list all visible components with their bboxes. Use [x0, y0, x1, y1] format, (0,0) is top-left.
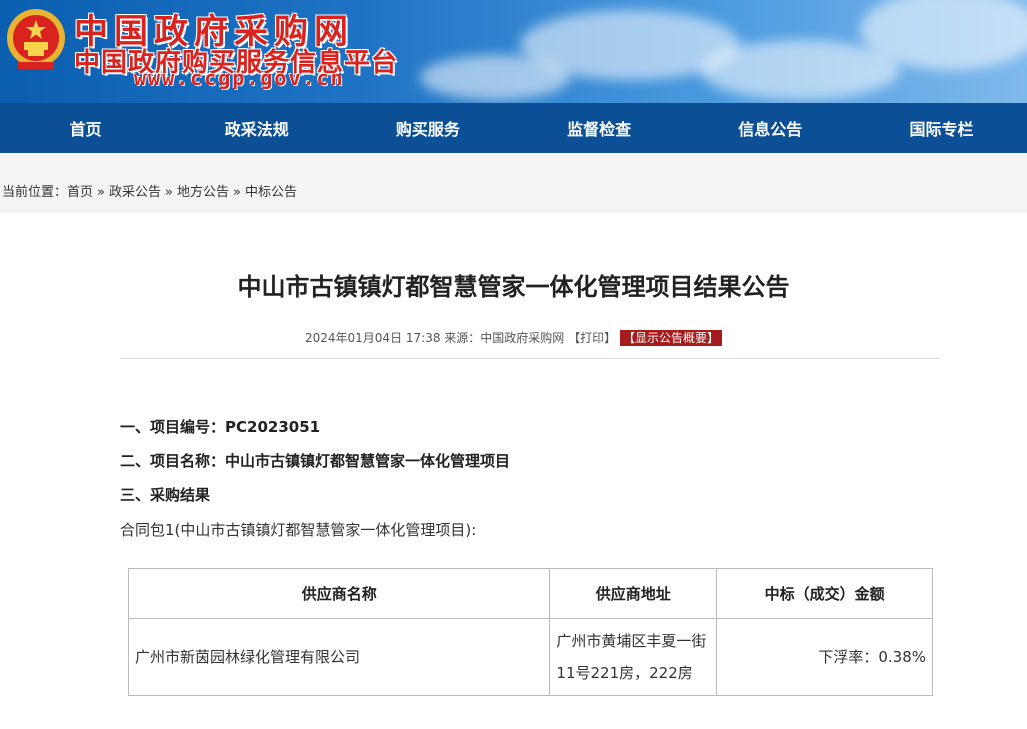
supplier-name-cell: 广州市新茵园林绿化管理有限公司 [127, 618, 551, 696]
result-table: 供应商名称 供应商地址 中标（成交）金额 广州市新茵园林绿化管理有限公司 广州市… [127, 568, 933, 696]
column-header-award-amount: 中标（成交）金额 [716, 568, 933, 619]
article-content: 中山市古镇镇灯都智慧管家一体化管理项目结果公告 2024年01月04日 17:3… [0, 213, 1027, 729]
table-header-row: 供应商名称 供应商地址 中标（成交）金额 [127, 568, 933, 619]
breadcrumb-procurement-notice[interactable]: 政采公告 [109, 185, 161, 200]
site-url: www.ccgp.gov.cn [134, 66, 345, 90]
procurement-result-heading: 三、采购结果 [120, 486, 211, 504]
cloud-decoration [420, 55, 570, 100]
nav-item-home[interactable]: 首页 [0, 103, 171, 153]
breadcrumb-separator: » [165, 185, 173, 200]
award-amount-cell: 下浮率：0.38% [716, 618, 933, 696]
breadcrumb-home[interactable]: 首页 [67, 185, 93, 200]
project-number: 一、项目编号：PC2023051 [120, 418, 321, 436]
article-meta: 2024年01月04日 17:38 来源：中国政府采购网 【打印】 【显示公告概… [0, 329, 1027, 346]
show-summary-button[interactable]: 【显示公告概要】 [619, 330, 722, 346]
article-title: 中山市古镇镇灯都智慧管家一体化管理项目结果公告 [237, 273, 790, 301]
nav-item-regulations[interactable]: 政采法规 [171, 103, 342, 153]
breadcrumb-prefix: 当前位置： [2, 185, 68, 200]
supplier-address-cell: 广州市黄埔区丰夏一街11号221房，222房 [549, 618, 718, 696]
breadcrumb-separator: » [97, 185, 105, 200]
nav-item-announcements[interactable]: 信息公告 [685, 103, 856, 153]
table-row: 广州市新茵园林绿化管理有限公司 广州市黄埔区丰夏一街11号221房，222房 下… [127, 618, 933, 696]
breadcrumb: 当前位置：首页 » 政采公告 » 地方公告 » 中标公告 [2, 181, 297, 200]
print-button[interactable]: 【打印】 [568, 331, 616, 345]
national-emblem-icon [7, 9, 65, 69]
main-nav: 首页 政采法规 购买服务 监督检查 信息公告 国际专栏 [0, 103, 1027, 153]
breadcrumb-separator: » [233, 185, 241, 200]
article-source: 来源：中国政府采购网 [444, 331, 565, 345]
header-banner: 中国政府采购网 中国政府购买服务信息平台 www.ccgp.gov.cn [0, 0, 1027, 103]
breadcrumb-local-notice[interactable]: 地方公告 [177, 185, 229, 200]
nav-item-purchase-services[interactable]: 购买服务 [342, 103, 513, 153]
nav-item-international[interactable]: 国际专栏 [856, 103, 1027, 153]
breadcrumb-award-notice[interactable]: 中标公告 [245, 185, 297, 200]
contract-package-label: 合同包1(中山市古镇镇灯都智慧管家一体化管理项目): [120, 521, 477, 539]
column-header-supplier-name: 供应商名称 [127, 568, 551, 619]
nav-item-supervision[interactable]: 监督检查 [514, 103, 685, 153]
column-header-supplier-address: 供应商地址 [549, 568, 718, 619]
publish-date: 2024年01月04日 17:38 [304, 331, 441, 345]
divider [120, 358, 940, 359]
project-name: 二、项目名称：中山市古镇镇灯都智慧管家一体化管理项目 [120, 452, 511, 470]
